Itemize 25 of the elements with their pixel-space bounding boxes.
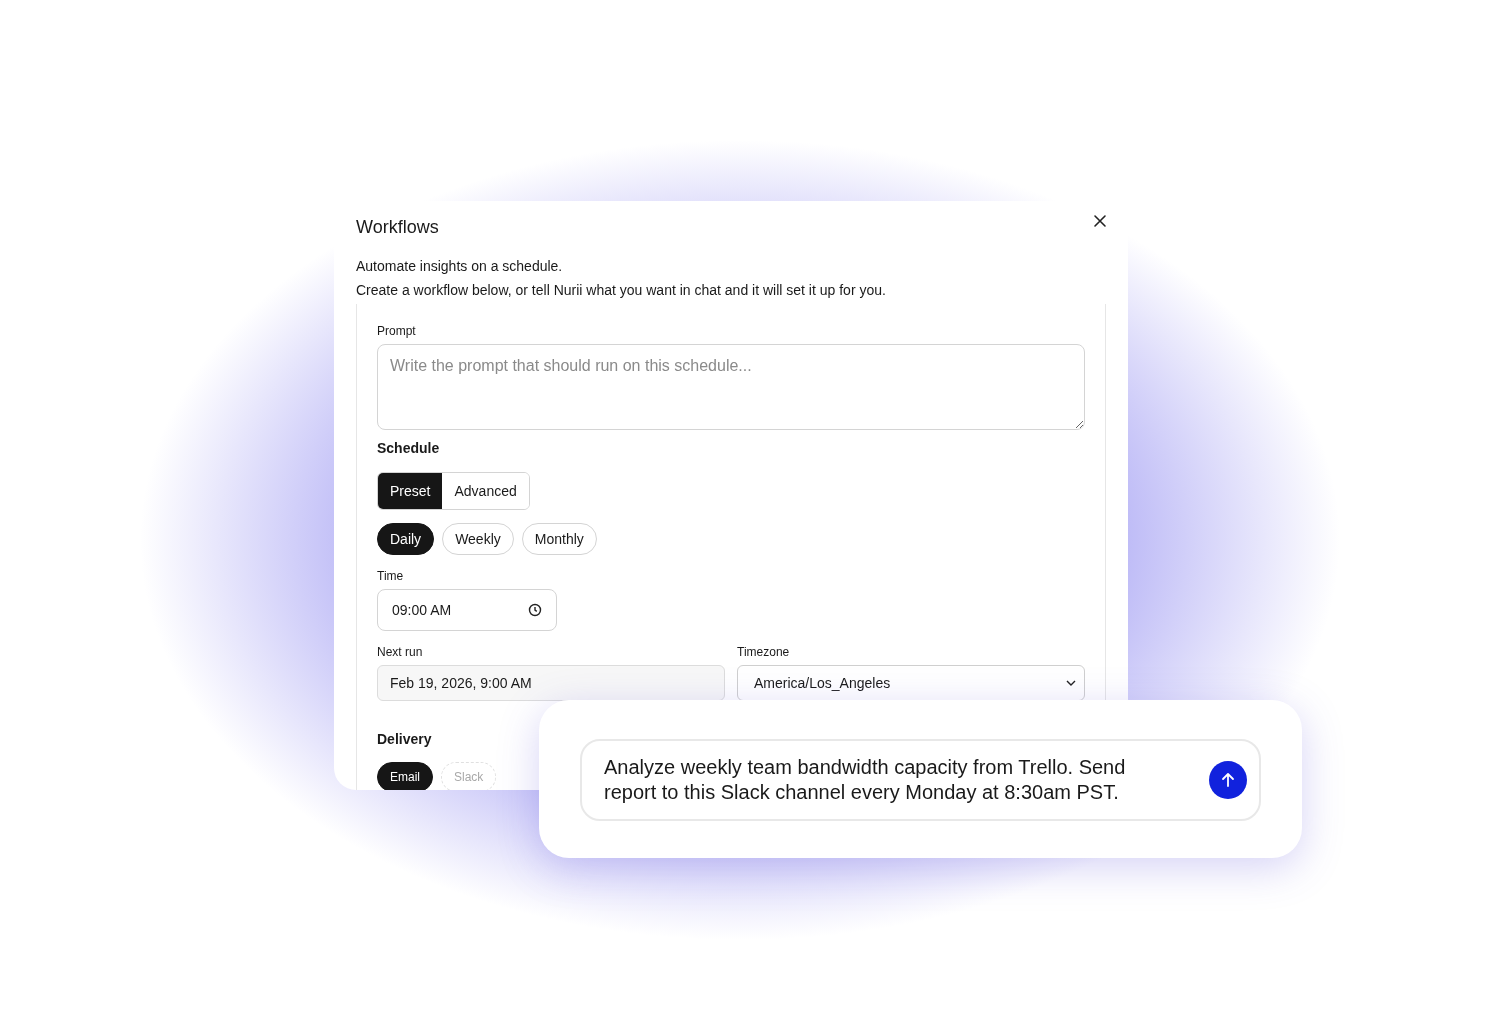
prompt-field[interactable]: Write the prompt that should run on this schedule... bbox=[377, 344, 1085, 430]
chat-input[interactable]: Analyze weekly team bandwidth capacity from Trello. Send report to this Slack channel every Monday at 8:30am PST. bbox=[580, 739, 1261, 821]
time-field[interactable]: 09:00 AM bbox=[377, 589, 557, 631]
delivery-heading: Delivery bbox=[377, 731, 433, 747]
frequency-pill[interactable]: Daily bbox=[377, 523, 435, 555]
delivery-pill[interactable]: Email bbox=[377, 762, 433, 790]
close-icon[interactable] bbox=[1092, 213, 1108, 229]
dialog-title: Workflows bbox=[356, 217, 439, 238]
frequency-pill[interactable]: Monthly bbox=[521, 523, 597, 555]
timezone-dropdown[interactable]: America/Los_Angeles bbox=[737, 665, 1085, 701]
arrow-up-icon bbox=[1221, 772, 1235, 788]
time-label: Time bbox=[377, 569, 405, 583]
next-run-field: Feb 19, 2026, 9:00 AM bbox=[377, 665, 725, 701]
clock-icon bbox=[528, 603, 542, 617]
subtitle: Automate insights on a schedule. bbox=[356, 257, 564, 276]
next-run-label: Next run bbox=[377, 645, 424, 659]
mode-tab[interactable]: Preset bbox=[378, 473, 443, 509]
send-button[interactable] bbox=[1209, 761, 1247, 799]
chevron-down-icon bbox=[1066, 680, 1076, 686]
timezone-label: Timezone bbox=[737, 645, 791, 659]
frequency-pill[interactable]: Weekly bbox=[442, 523, 514, 555]
chat-message: Analyze weekly team bandwidth capacity from Trello. Send report to this Slack channel every Monday at 8:30am PST. bbox=[604, 755, 1127, 805]
prompt-label: Prompt bbox=[377, 324, 417, 338]
description: Create a workflow below, or tell Nurii what you want in chat and it will set it up for you. bbox=[356, 281, 887, 300]
schedule-heading: Schedule bbox=[377, 440, 441, 456]
